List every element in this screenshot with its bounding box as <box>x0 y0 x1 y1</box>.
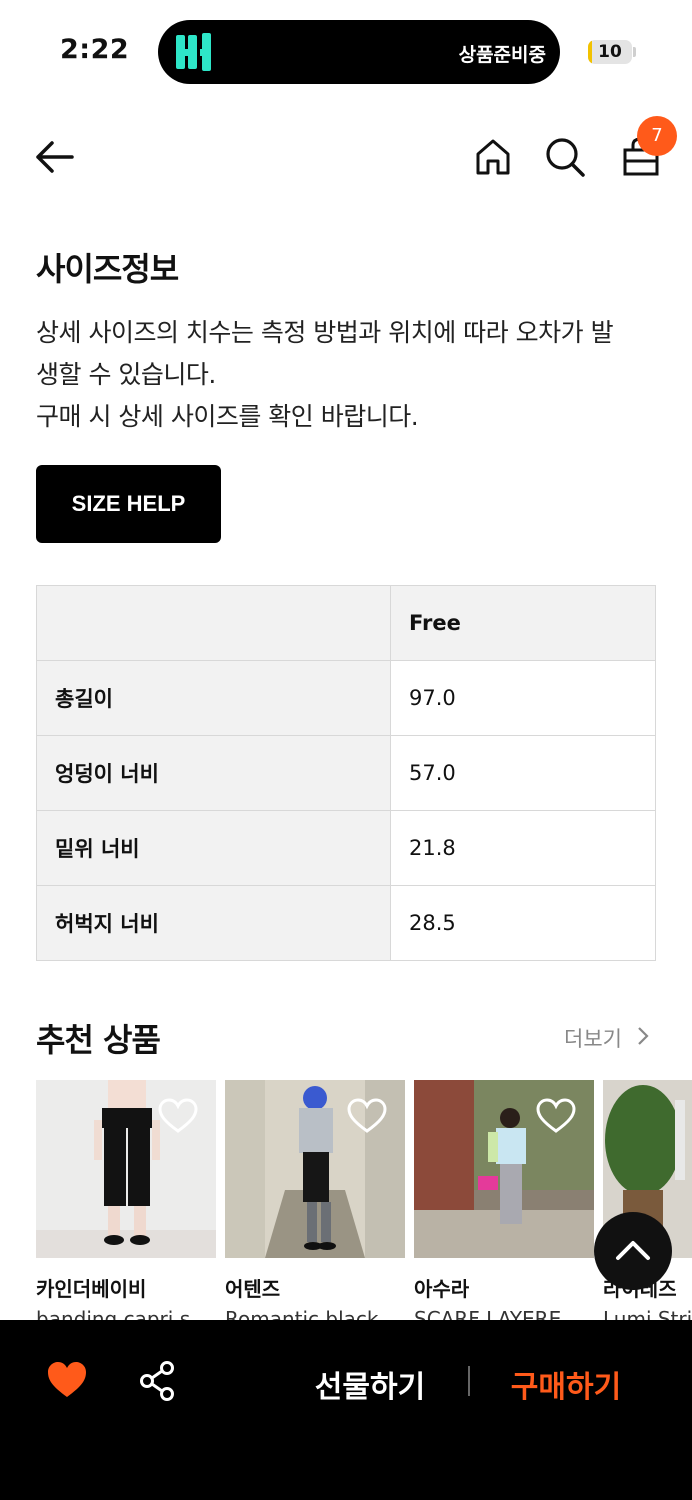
table-row: 엉덩이 너비 57.0 <box>36 735 656 811</box>
cart-count-badge: 7 <box>637 116 677 156</box>
dynamic-island[interactable]: 상품준비중 <box>158 20 560 84</box>
size-table: Free 총길이 97.0 엉덩이 너비 57.0 밑위 너비 21.8 허벅지… <box>36 585 656 961</box>
search-button[interactable] <box>540 132 590 182</box>
table-header-row: Free <box>36 585 656 661</box>
product-brand: 어텐즈 <box>225 1277 281 1301</box>
table-row: 허벅지 너비 28.5 <box>36 885 656 961</box>
buy-button[interactable]: 구매하기 <box>496 1362 636 1406</box>
description-line: 구매 시 상세 사이즈를 확인 바랍니다. <box>36 402 419 431</box>
measure-label: 총길이 <box>36 660 391 736</box>
product-name: Lumi Strip <box>603 1307 692 1320</box>
measure-label: 허벅지 너비 <box>36 885 391 961</box>
measure-label: 엉덩이 너비 <box>36 735 391 811</box>
size-info-description: 상세 사이즈의 치수는 측정 방법과 위치에 따라 오차가 발 생할 수 있습니… <box>36 312 666 438</box>
measure-value: 57.0 <box>390 735 656 811</box>
gift-button[interactable]: 선물하기 <box>300 1362 440 1406</box>
table-header-cell: Free <box>390 585 656 661</box>
size-help-button[interactable]: SIZE HELP <box>36 465 221 543</box>
heart-outline-icon[interactable] <box>158 1098 198 1134</box>
activity-label: 상품준비중 <box>458 44 546 66</box>
more-button[interactable]: 더보기 <box>564 1023 622 1053</box>
status-time: 2:22 <box>60 34 130 65</box>
recommended-title: 추천 상품 <box>36 1021 161 1059</box>
heart-filled-icon[interactable] <box>46 1360 88 1400</box>
divider <box>468 1366 470 1396</box>
heart-outline-icon[interactable] <box>347 1098 387 1134</box>
product-brand: 카인더베이비 <box>36 1277 147 1301</box>
app-logo-icon <box>176 33 211 71</box>
battery-icon: 10 <box>588 40 632 64</box>
arrow-left-icon <box>36 141 74 173</box>
product-brand: 아수라 <box>414 1277 470 1301</box>
table-header-cell <box>36 585 391 661</box>
measure-value: 97.0 <box>390 660 656 736</box>
measure-value: 28.5 <box>390 885 656 961</box>
status-bar: 2:22 상품준비중 10 <box>0 0 692 100</box>
table-row: 밑위 너비 21.8 <box>36 810 656 886</box>
chevron-up-icon <box>616 1241 650 1260</box>
description-line: 생할 수 있습니다. <box>36 360 216 389</box>
back-button[interactable] <box>30 132 82 182</box>
scroll-to-top-button[interactable] <box>594 1212 672 1290</box>
battery-percent: 10 <box>598 42 622 62</box>
battery-tip <box>633 47 636 57</box>
measure-value: 21.8 <box>390 810 656 886</box>
table-row: 총길이 97.0 <box>36 660 656 736</box>
measure-label: 밑위 너비 <box>36 810 391 886</box>
home-icon <box>476 139 510 175</box>
description-line: 상세 사이즈의 치수는 측정 방법과 위치에 따라 오차가 발 <box>36 318 614 347</box>
home-button[interactable] <box>468 132 518 182</box>
search-icon <box>546 138 585 177</box>
bottom-action-bar: 선물하기 구매하기 <box>0 1320 692 1500</box>
size-info-title: 사이즈정보 <box>36 250 179 288</box>
share-icon[interactable] <box>138 1360 176 1402</box>
heart-outline-icon[interactable] <box>536 1098 576 1134</box>
chevron-right-icon[interactable] <box>636 1025 650 1047</box>
